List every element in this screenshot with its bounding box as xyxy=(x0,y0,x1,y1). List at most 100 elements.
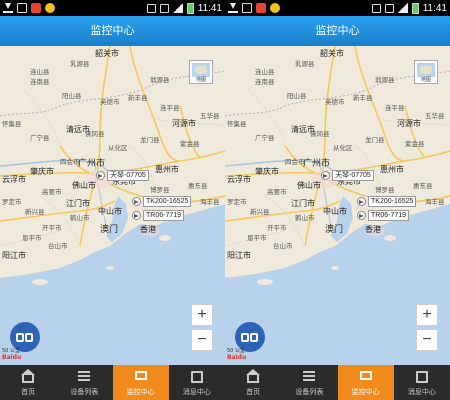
tab-label: 设备列表 xyxy=(70,388,99,396)
zoom-in-button[interactable]: + xyxy=(416,304,438,326)
bluetooth-icon xyxy=(371,3,381,13)
place-label: 阳山县 xyxy=(62,92,82,100)
phone-screen-left: 11:41 监控中心 韶关市 乳源县 连山县 连南县 阳山县 英德市 新丰县 翁… xyxy=(0,0,225,400)
message-icon xyxy=(415,371,428,383)
place-label: 开平市 xyxy=(267,224,287,232)
map-type-button[interactable]: 地图 xyxy=(414,60,438,84)
vehicle-marker[interactable]: 天琴-07705 xyxy=(96,170,149,181)
place-label: 广宁县 xyxy=(30,134,50,142)
message-icon xyxy=(190,371,203,383)
place-label: 英德市 xyxy=(325,98,345,106)
map-thumbnail-icon xyxy=(417,63,435,77)
map-thumbnail-icon xyxy=(192,63,210,77)
city-label: 香港 xyxy=(140,225,156,234)
status-time: 11:41 xyxy=(422,2,447,14)
city-label: 肇庆市 xyxy=(30,167,54,176)
tab-label: 消息中心 xyxy=(182,388,211,396)
tab-device-list[interactable]: 设备列表 xyxy=(56,365,112,400)
place-label: 怀集县 xyxy=(227,120,247,128)
place-label: 从化区 xyxy=(333,144,353,152)
place-label: 阳山县 xyxy=(287,92,307,100)
city-label: 肇庆市 xyxy=(255,167,279,176)
vehicle-label: TR06-7719 xyxy=(368,210,410,221)
tab-label: 设备列表 xyxy=(295,388,324,396)
map-type-label: 地图 xyxy=(195,77,206,83)
vehicle-marker[interactable]: TR06-7719 xyxy=(132,210,185,221)
vehicle-marker[interactable]: TR06-7719 xyxy=(357,210,410,221)
bottom-tab-bar: 首页 设备列表 监控中心 消息中心 xyxy=(225,365,450,400)
tab-message-center[interactable]: 消息中心 xyxy=(169,365,225,400)
tab-monitor-center[interactable]: 监控中心 xyxy=(112,365,169,400)
vehicle-marker[interactable]: TK200-16525 xyxy=(132,196,192,207)
car-icon xyxy=(241,333,249,342)
city-label: 阳江市 xyxy=(227,251,251,260)
battery-icon xyxy=(186,2,194,14)
monitor-icon xyxy=(134,371,147,380)
bottom-tab-bar: 首页 设备列表 监控中心 消息中心 xyxy=(0,365,225,400)
zoom-out-button[interactable]: − xyxy=(191,329,213,351)
page-title: 监控中心 xyxy=(0,16,225,46)
download-icon xyxy=(228,3,238,13)
vehicle-label: 天琴-07705 xyxy=(332,170,374,181)
place-label: 连南县 xyxy=(255,78,275,86)
zoom-out-button[interactable]: − xyxy=(416,329,438,351)
status-time: 11:41 xyxy=(197,2,222,14)
place-label: 鹤山市 xyxy=(295,214,315,222)
place-label: 乳源县 xyxy=(70,60,90,68)
vehicle-marker[interactable]: TK200-16525 xyxy=(357,196,417,207)
alarm-icon xyxy=(159,3,169,13)
city-label: 香港 xyxy=(365,225,381,234)
vehicle-label: TK200-16525 xyxy=(143,196,192,207)
baidu-logo: Baidu xyxy=(2,354,22,361)
vehicle-marker[interactable]: 天琴-07705 xyxy=(321,170,374,181)
place-label: 新丰县 xyxy=(353,94,373,102)
app-notification-icon xyxy=(256,3,266,13)
city-label: 阳江市 xyxy=(2,251,26,260)
place-label: 连平县 xyxy=(385,104,405,112)
download-icon xyxy=(3,3,13,13)
city-label: 广州市 xyxy=(303,159,331,169)
tab-label: 首页 xyxy=(21,388,36,396)
place-label: 高要市 xyxy=(42,188,62,196)
place-label: 四会市 xyxy=(60,158,80,166)
map-view[interactable]: 韶关市 乳源县 连山县 连南县 阳山县 英德市 新丰县 翁源县 连平县 龙门县 … xyxy=(225,46,450,365)
signal-icon xyxy=(397,3,408,13)
car-icon xyxy=(16,333,24,342)
list-icon xyxy=(78,371,91,383)
city-label: 澳门 xyxy=(100,225,119,235)
city-label: 惠州市 xyxy=(380,165,404,174)
phone-screen-right: 11:41 监控中心 韶关市 乳源县 连山县 连南县 阳山县 英德市 新丰县 翁… xyxy=(225,0,450,400)
city-label: 云浮市 xyxy=(227,175,251,184)
place-label: 翁源县 xyxy=(375,76,395,84)
city-label: 中山市 xyxy=(98,207,122,216)
place-label: 连南县 xyxy=(30,78,50,86)
signal-icon xyxy=(172,3,183,13)
place-label: 从化区 xyxy=(108,144,128,152)
tab-home[interactable]: 首页 xyxy=(225,365,281,400)
alarm-icon xyxy=(384,3,394,13)
bluetooth-icon xyxy=(146,3,156,13)
map-type-button[interactable]: 地图 xyxy=(189,60,213,84)
app-notification-icon xyxy=(31,3,41,13)
tab-device-list[interactable]: 设备列表 xyxy=(281,365,337,400)
tab-monitor-center[interactable]: 监控中心 xyxy=(337,365,394,400)
place-label: 海丰县 xyxy=(200,198,220,206)
place-label: 罗定市 xyxy=(2,198,22,206)
tab-message-center[interactable]: 消息中心 xyxy=(394,365,450,400)
tab-label: 消息中心 xyxy=(407,388,436,396)
place-label: 惠东县 xyxy=(413,182,433,190)
home-icon xyxy=(21,369,36,383)
zoom-in-button[interactable]: + xyxy=(191,304,213,326)
vehicle-label: TR06-7719 xyxy=(143,210,185,221)
city-label: 云浮市 xyxy=(2,175,26,184)
place-label: 乳源县 xyxy=(295,60,315,68)
map-view[interactable]: 韶关市 乳源县 连山县 连南县 阳山县 英德市 新丰县 翁源县 连平县 龙门县 … xyxy=(0,46,225,365)
place-label: 翁源县 xyxy=(150,76,170,84)
city-label: 河源市 xyxy=(172,119,196,128)
tab-home[interactable]: 首页 xyxy=(0,365,56,400)
city-label: 广州市 xyxy=(78,159,106,169)
city-label: 河源市 xyxy=(397,119,421,128)
place-label: 怀集县 xyxy=(2,120,22,128)
place-label: 连平县 xyxy=(160,104,180,112)
screenshot-icon xyxy=(242,3,252,13)
